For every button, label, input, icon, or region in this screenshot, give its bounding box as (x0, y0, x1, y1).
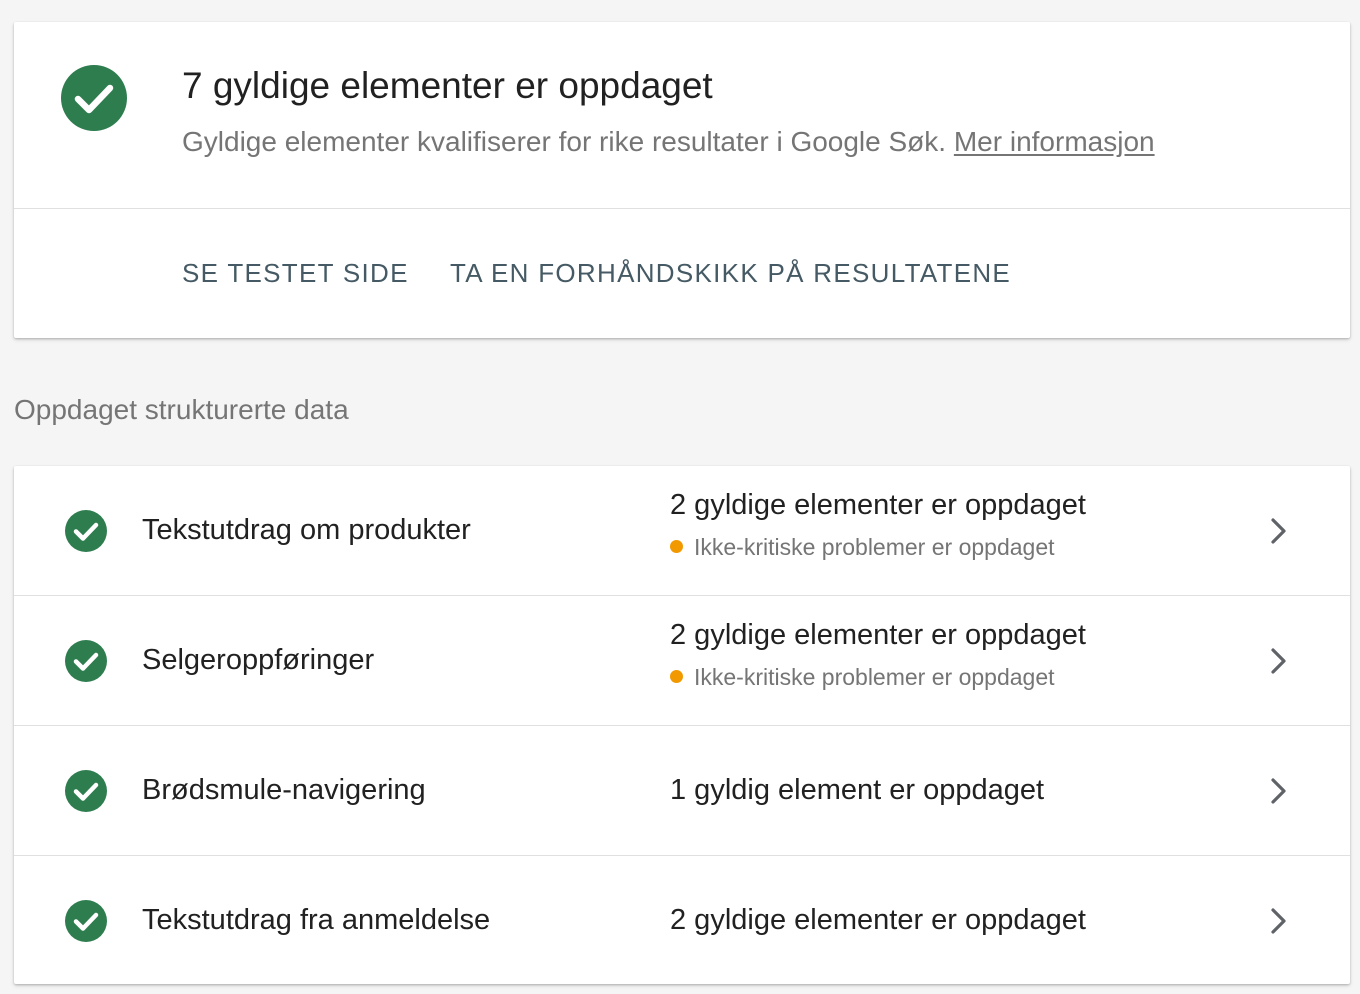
preview-results-button[interactable]: TA EN FORHÅNDSKIKK PÅ RESULTATENE (450, 257, 1011, 289)
check-circle-icon (65, 510, 107, 552)
summary-header: 7 gyldige elementer er oppdaget Gyldige … (14, 22, 1350, 209)
item-warning-text: Ikke-kritiske problemer er oppdaget (694, 664, 1055, 690)
warning-dot-icon (670, 540, 683, 553)
chevron-right-icon[interactable] (1264, 514, 1292, 548)
item-status: 2 gyldige elementer er oppdaget (670, 904, 1086, 936)
item-name: Tekstutdrag fra anmeldelse (142, 904, 491, 936)
item-status: 1 gyldig element er oppdaget (670, 774, 1045, 806)
chevron-right-icon[interactable] (1264, 904, 1292, 938)
chevron-right-icon[interactable] (1264, 774, 1292, 808)
warning-dot-icon (670, 670, 683, 683)
item-status: 2 gyldige elementer er oppdaget (670, 619, 1086, 651)
summary-card: 7 gyldige elementer er oppdaget Gyldige … (14, 22, 1350, 338)
item-name: Brødsmule-navigering (142, 774, 426, 806)
item-warning: Ikke-kritiske problemer er oppdaget (670, 662, 1055, 692)
list-item[interactable]: Tekstutdrag om produkter 2 gyldige eleme… (14, 466, 1350, 596)
list-item[interactable]: Tekstutdrag fra anmeldelse 2 gyldige ele… (14, 856, 1350, 986)
list-item[interactable]: Brødsmule-navigering 1 gyldig element er… (14, 726, 1350, 856)
list-item[interactable]: Selgeroppføringer 2 gyldige elementer er… (14, 596, 1350, 726)
item-name: Tekstutdrag om produkter (142, 514, 471, 546)
check-circle-icon (65, 900, 107, 942)
item-name: Selgeroppføringer (142, 644, 375, 676)
summary-actions: SE TESTET SIDE TA EN FORHÅNDSKIKK PÅ RES… (14, 209, 1350, 338)
structured-data-list: Tekstutdrag om produkter 2 gyldige eleme… (14, 466, 1350, 984)
more-info-link[interactable]: Mer informasjon (954, 126, 1155, 157)
section-title: Oppdaget strukturerte data (14, 394, 349, 425)
chevron-right-icon[interactable] (1264, 644, 1292, 678)
check-circle-icon (65, 770, 107, 812)
item-status: 2 gyldige elementer er oppdaget (670, 489, 1086, 521)
view-tested-page-button[interactable]: SE TESTET SIDE (182, 257, 409, 289)
item-warning: Ikke-kritiske problemer er oppdaget (670, 532, 1055, 562)
summary-subtitle-text: Gyldige elementer kvalifiserer for rike … (182, 126, 947, 157)
check-circle-icon (61, 65, 127, 131)
summary-subtitle: Gyldige elementer kvalifiserer for rike … (182, 124, 1155, 160)
check-circle-icon (65, 640, 107, 682)
item-warning-text: Ikke-kritiske problemer er oppdaget (694, 534, 1055, 560)
summary-title: 7 gyldige elementer er oppdaget (182, 65, 713, 106)
